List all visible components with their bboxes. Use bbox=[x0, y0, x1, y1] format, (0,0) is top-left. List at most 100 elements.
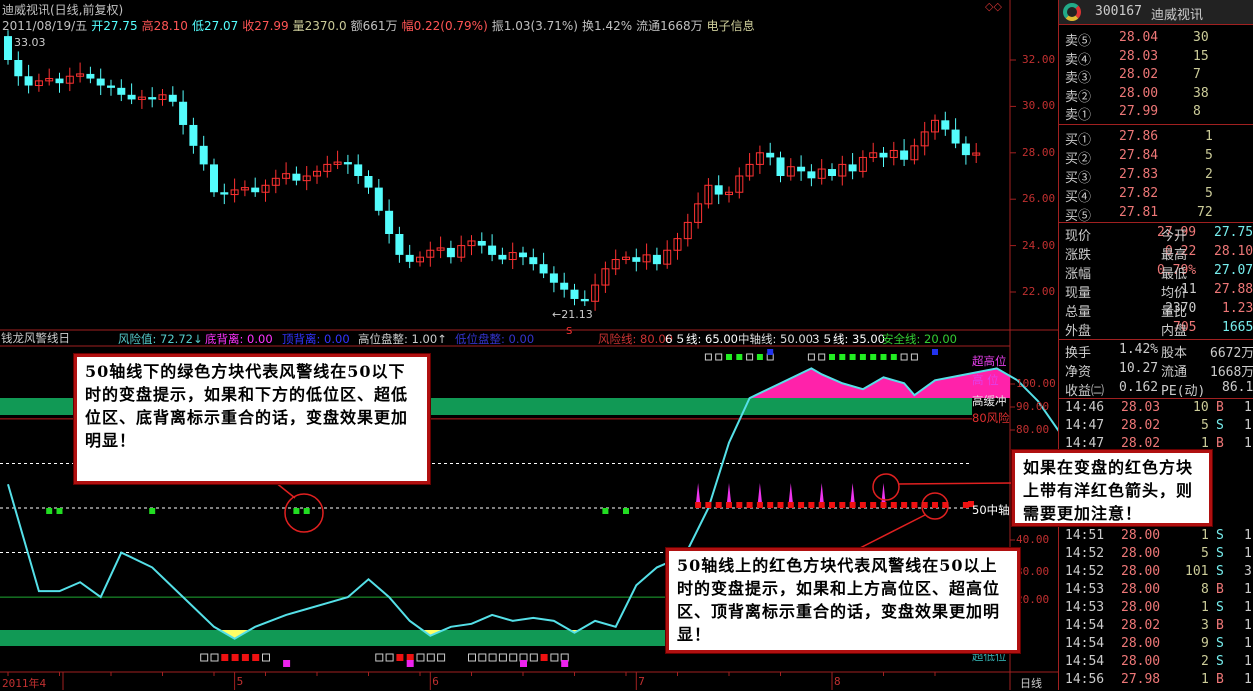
pointer-line bbox=[897, 482, 1013, 485]
tick-time: 14:53 bbox=[1065, 582, 1105, 597]
period-label[interactable]: 日线 bbox=[1020, 675, 1042, 691]
divider bbox=[1059, 24, 1253, 25]
candle-body bbox=[55, 78, 64, 84]
bottom-marker bbox=[426, 653, 435, 662]
candle-body bbox=[900, 150, 909, 160]
indicator-field: 安全线: 20.00 bbox=[882, 332, 957, 346]
bid-price: 27.82 bbox=[1119, 186, 1159, 201]
candle-body bbox=[210, 164, 218, 193]
top-marker bbox=[900, 353, 908, 361]
candle-body bbox=[117, 87, 126, 95]
x-tick-label: 5 bbox=[236, 675, 244, 688]
indicator-field: ６５线: 65.00 bbox=[663, 332, 738, 346]
stat-label: 均价 bbox=[1161, 286, 1188, 301]
bid-price: 27.81 bbox=[1119, 205, 1159, 220]
stat-label: 最低 bbox=[1161, 267, 1188, 282]
green-block bbox=[602, 508, 609, 514]
top-marker bbox=[704, 353, 712, 361]
tick-side: S bbox=[1216, 564, 1224, 579]
red-block bbox=[829, 502, 835, 508]
bid-price: 27.83 bbox=[1119, 167, 1159, 182]
green-block bbox=[293, 508, 300, 514]
tick-price: 28.02 bbox=[1121, 418, 1161, 433]
level-label-super_high: 超高位 bbox=[972, 354, 1007, 368]
candle-body bbox=[797, 166, 806, 172]
tick-price: 28.00 bbox=[1121, 546, 1161, 561]
bottom-divergence-marker bbox=[406, 660, 414, 667]
tick-side: B bbox=[1216, 582, 1224, 597]
indicator-tick-label: 30.00 bbox=[1016, 565, 1050, 578]
tick-count: 1 bbox=[1244, 636, 1252, 651]
candle-body bbox=[86, 73, 95, 79]
x-tick-label: 7 bbox=[638, 675, 645, 688]
red-block bbox=[890, 502, 897, 508]
high-price-label: 33.03 bbox=[14, 36, 46, 49]
candle-body bbox=[529, 257, 538, 265]
stat-label: 最高 bbox=[1161, 248, 1188, 263]
callout-green-blocks: 50轴线下的绿色方块代表风警线在50以下时的变盘提示，如果和下方的低位区、超低位… bbox=[74, 354, 430, 484]
tick-side: B bbox=[1216, 672, 1224, 687]
bottom-marker bbox=[241, 654, 249, 661]
magenta-arrow bbox=[788, 483, 793, 502]
candle-body bbox=[385, 210, 394, 234]
top-marker bbox=[818, 353, 826, 361]
tick-row: 14:52 28.00 101 S 3 bbox=[1059, 564, 1253, 582]
magenta-arrow bbox=[696, 483, 701, 502]
price-tick-label: 22.00 bbox=[1022, 285, 1056, 298]
bid-volume: 5 bbox=[1205, 148, 1213, 163]
indicator-tick-label: 90.00 bbox=[1016, 400, 1050, 413]
green-block bbox=[46, 508, 53, 514]
indicator-field: ３５线: 35.00 bbox=[810, 332, 885, 346]
candle-body bbox=[374, 187, 383, 211]
top-marker bbox=[756, 354, 763, 360]
magenta-arrow bbox=[757, 483, 762, 502]
callout-magenta-arrow: 如果在变盘的红色方块上带有洋红色箭头，则需要更加注意！ bbox=[1012, 450, 1212, 526]
candle-body bbox=[498, 254, 507, 260]
tick-price: 28.02 bbox=[1121, 436, 1161, 451]
bottom-divergence-marker bbox=[520, 660, 527, 667]
stat-value: 1.42% bbox=[1119, 342, 1159, 357]
stat-value: 1665 bbox=[1222, 320, 1253, 335]
candle-body bbox=[652, 254, 661, 265]
indicator-field: 底背离: 0.00 bbox=[205, 332, 273, 346]
red-block bbox=[736, 502, 743, 508]
red-block bbox=[808, 502, 815, 508]
level-label-mid50: 50中轴 bbox=[972, 503, 1010, 517]
candle-body bbox=[549, 273, 558, 283]
stat-label: 收益㈡ bbox=[1065, 384, 1105, 399]
red-block bbox=[818, 502, 825, 508]
tick-count: 1 bbox=[1244, 672, 1252, 687]
magenta-arrow bbox=[727, 483, 731, 502]
ask-volume: 7 bbox=[1193, 67, 1201, 82]
red-block bbox=[756, 502, 763, 508]
candle-body bbox=[879, 152, 888, 158]
tick-count: 1 bbox=[1244, 654, 1252, 669]
candle-body bbox=[776, 157, 785, 176]
tick-count: 1 bbox=[1244, 436, 1252, 451]
bid-label: 买① bbox=[1065, 133, 1092, 148]
red-block bbox=[767, 502, 774, 508]
candle-body bbox=[405, 254, 414, 262]
stat-row: 现量 11 均价 27.88 bbox=[1059, 282, 1253, 301]
bottom-marker bbox=[396, 654, 404, 661]
tick-side: S bbox=[1216, 546, 1224, 561]
tick-volume: 5 bbox=[1201, 418, 1209, 433]
stat-label: 换手 bbox=[1065, 346, 1092, 361]
candle-body bbox=[941, 120, 950, 130]
tick-price: 28.03 bbox=[1121, 400, 1161, 415]
tick-volume: 5 bbox=[1201, 546, 1209, 561]
bid-volume: 1 bbox=[1205, 129, 1213, 144]
tick-time: 14:51 bbox=[1065, 528, 1105, 543]
tick-row: 14:54 28.00 9 S 1 bbox=[1059, 636, 1253, 654]
indicator-tick-label: 80.00 bbox=[1016, 423, 1050, 436]
candle-body bbox=[632, 257, 641, 262]
indicator-name: 钱龙风警线日 bbox=[1, 331, 70, 345]
tick-count: 1 bbox=[1244, 400, 1252, 415]
stat-label: 净资 bbox=[1065, 365, 1092, 380]
ask-price: 28.03 bbox=[1119, 48, 1159, 64]
red-block bbox=[859, 502, 866, 508]
ask-price: 28.04 bbox=[1119, 30, 1159, 45]
bid-row: 买⑤ 27.81 72 bbox=[1059, 205, 1253, 224]
bottom-marker bbox=[478, 653, 487, 662]
stock-code: 300167 bbox=[1095, 4, 1142, 19]
